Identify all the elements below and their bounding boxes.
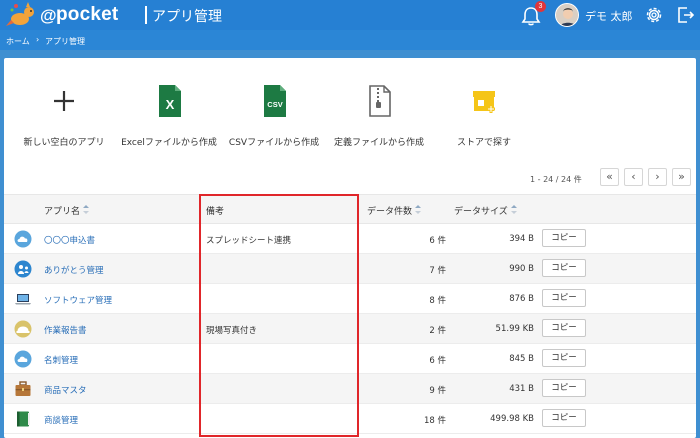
app-name-link[interactable]: 商品マスタ <box>44 384 87 396</box>
data-size: 876 B <box>509 294 534 304</box>
create-app-options: 新しい空白のアプリ X Excelファイルから作成 CSV CSVファイルから作… <box>4 76 696 156</box>
app-header: @ pocket アプリ管理 3 デモ 太郎 <box>0 0 700 30</box>
copy-button[interactable]: コピー <box>542 379 586 397</box>
data-size: 394 B <box>509 234 534 244</box>
page-title: アプリ管理 <box>152 9 222 25</box>
copy-button[interactable]: コピー <box>542 349 586 367</box>
logo-at-sign: @ <box>40 6 57 25</box>
notification-badge: 3 <box>535 1 546 12</box>
copy-button[interactable]: コピー <box>542 319 586 337</box>
cloud-icon <box>14 230 32 248</box>
logout-icon[interactable] <box>675 5 695 25</box>
csv-badge-text: CSV <box>267 100 282 109</box>
next-page-button[interactable]: › <box>648 168 667 186</box>
data-count: 18 件 <box>423 416 446 426</box>
data-size: 431 B <box>509 384 534 394</box>
search-store-tile[interactable]: ストアで探す <box>434 76 534 156</box>
app-name-link[interactable]: 商談管理 <box>44 414 78 426</box>
app-name-link[interactable]: ありがとう管理 <box>44 264 104 276</box>
breadcrumb-separator: › <box>36 35 40 44</box>
thanks-icon <box>14 260 32 278</box>
data-count: 6 件 <box>429 236 446 246</box>
table-row: ソフトウェア管理 8 件 876 B コピー <box>4 284 696 314</box>
app-name-link[interactable]: 〇〇〇申込書 <box>44 234 95 246</box>
table-row: 商品マスタ 9 件 431 B コピー <box>4 374 696 404</box>
briefcase-icon <box>15 381 31 396</box>
logo-wordmark: pocket <box>56 4 119 25</box>
copy-button[interactable]: コピー <box>542 259 586 277</box>
table-header: アプリ名 備考 データ件数 データサイズ <box>4 194 696 224</box>
excel-badge-text: X <box>166 97 175 112</box>
data-size: 51.99 KB <box>495 324 534 334</box>
laptop-icon <box>15 294 31 305</box>
column-header-app-name[interactable]: アプリ名 <box>44 204 90 217</box>
app-name-link[interactable]: 作業報告書 <box>44 324 87 336</box>
breadcrumb-home-link[interactable]: ホーム <box>6 36 30 47</box>
pocket-logo[interactable]: @ pocket <box>6 2 119 28</box>
column-header-data-count[interactable]: データ件数 <box>367 204 422 217</box>
store-icon <box>473 91 495 113</box>
table-row: 〇〇〇申込書 スプレッドシート連携 6 件 394 B コピー <box>4 224 696 254</box>
column-label: データ件数 <box>367 207 413 217</box>
user-name[interactable]: デモ 太郎 <box>585 8 633 24</box>
pagination-info: 1 - 24 / 24 件 <box>530 175 582 184</box>
copy-button[interactable]: コピー <box>542 289 586 307</box>
data-count: 8 件 <box>429 296 446 306</box>
table-row: ありがとう管理 7 件 990 B コピー <box>4 254 696 284</box>
user-photo-icon <box>556 4 578 26</box>
notebook-icon <box>17 411 30 427</box>
tile-label: ストアで探す <box>456 138 511 148</box>
helmet-icon <box>14 320 32 338</box>
cloud-icon <box>14 350 32 368</box>
excel-file-icon: X <box>159 85 181 117</box>
table-row: 作業報告書 現場写真付き 2 件 51.99 KB コピー <box>4 314 696 344</box>
column-label: データサイズ <box>454 207 508 217</box>
last-page-button[interactable]: » <box>672 168 691 186</box>
prev-page-button[interactable]: ‹ <box>624 168 643 186</box>
app-note: スプレッドシート連携 <box>206 236 292 246</box>
data-count: 9 件 <box>429 386 446 396</box>
data-size: 845 B <box>509 354 534 364</box>
column-label: 備考 <box>206 207 225 217</box>
zip-file-icon <box>369 85 391 117</box>
sort-icon[interactable] <box>83 205 90 215</box>
kangaroo-logo-icon <box>6 2 34 26</box>
copy-button[interactable]: コピー <box>542 409 586 427</box>
sort-icon[interactable] <box>415 205 422 215</box>
breadcrumb-current: アプリ管理 <box>45 37 85 46</box>
first-page-button[interactable]: « <box>600 168 619 186</box>
table-row: 名刺管理 6 件 845 B コピー <box>4 344 696 374</box>
gear-icon[interactable] <box>644 5 664 25</box>
app-name-link[interactable]: 名刺管理 <box>44 354 78 366</box>
data-size: 990 B <box>509 264 534 274</box>
sort-icon[interactable] <box>510 205 517 215</box>
column-header-note: 備考 <box>206 204 224 217</box>
copy-button[interactable]: コピー <box>542 229 586 247</box>
csv-file-icon: CSV <box>264 85 286 117</box>
column-header-data-size[interactable]: データサイズ <box>454 204 517 217</box>
data-count: 6 件 <box>429 356 446 366</box>
app-note: 現場写真付き <box>206 326 258 336</box>
table-row: 商談管理 18 件 499.98 KB コピー <box>4 404 696 434</box>
data-size: 499.98 KB <box>490 414 534 424</box>
avatar[interactable] <box>555 3 579 27</box>
plus-icon <box>54 91 74 111</box>
header-separator <box>145 6 147 24</box>
breadcrumb: ホーム › アプリ管理 <box>0 30 700 50</box>
app-name-link[interactable]: ソフトウェア管理 <box>44 294 112 306</box>
data-count: 2 件 <box>429 326 446 336</box>
main-panel: 新しい空白のアプリ X Excelファイルから作成 CSV CSVファイルから作… <box>4 58 696 438</box>
column-label: アプリ名 <box>44 207 81 217</box>
data-count: 7 件 <box>429 266 446 276</box>
